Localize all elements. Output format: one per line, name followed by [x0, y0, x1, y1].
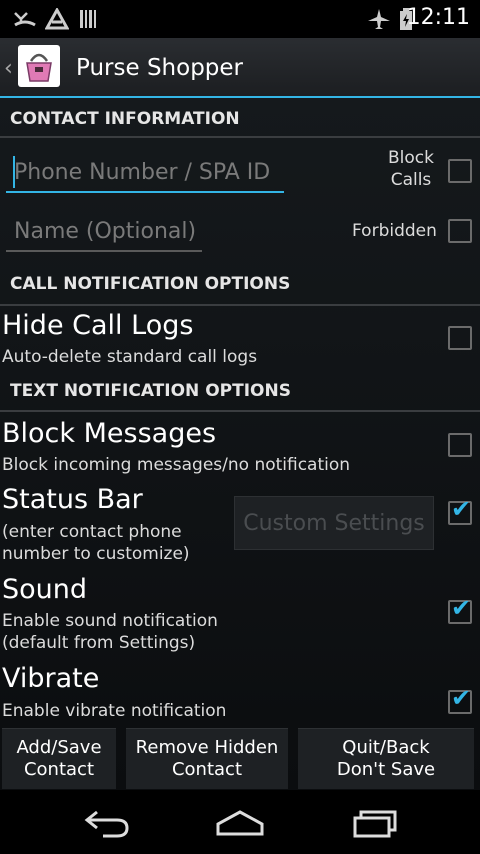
checkmark-icon: ✔: [451, 594, 472, 622]
name-field[interactable]: [6, 214, 210, 252]
section-header-label: CONTACT INFORMATION: [10, 109, 240, 129]
status-bar-checkbox[interactable]: ✔: [448, 495, 472, 525]
block-calls-checkbox[interactable]: [448, 159, 472, 183]
notification-icon: [44, 8, 70, 30]
home-icon[interactable]: [214, 806, 266, 840]
app-title: Purse Shopper: [76, 55, 243, 81]
phone-number-input[interactable]: [6, 155, 292, 189]
section-call-notification-options: CALL NOTIFICATION OPTIONS: [0, 266, 480, 306]
clock-time: 12:11: [406, 5, 470, 30]
block-messages-checkbox[interactable]: [448, 433, 472, 457]
forbidden-checkbox[interactable]: [448, 219, 472, 243]
add-save-contact-button[interactable]: Add/Save Contact: [2, 728, 116, 789]
section-contact-information: CONTACT INFORMATION: [0, 98, 480, 138]
vibrate-title[interactable]: Vibrate: [2, 663, 99, 694]
vibrate-checkbox[interactable]: ✔: [448, 684, 472, 714]
section-text-notification-options: TEXT NOTIFICATION OPTIONS: [0, 372, 480, 412]
status-bar-title[interactable]: Status Bar: [2, 484, 143, 515]
up-chevron-icon[interactable]: ‹: [4, 56, 13, 81]
sound-checkbox[interactable]: ✔: [448, 594, 472, 624]
block-messages-title[interactable]: Block Messages: [2, 418, 216, 449]
vibrate-subtitle: Enable vibrate notification: [2, 701, 227, 721]
recent-apps-icon[interactable]: [350, 806, 400, 840]
sound-subtitle: Enable sound notification (default from …: [2, 611, 218, 653]
text-cursor: [13, 156, 15, 188]
custom-settings-button[interactable]: Custom Settings: [234, 496, 434, 550]
hide-call-logs-checkbox[interactable]: [448, 326, 472, 350]
barcode-icon: [78, 8, 100, 30]
checkmark-icon: ✔: [451, 684, 472, 712]
remove-hidden-contact-button[interactable]: Remove Hidden Contact: [126, 728, 288, 789]
section-header-label: TEXT NOTIFICATION OPTIONS: [10, 381, 291, 401]
block-calls-label: Block Calls: [388, 148, 434, 190]
airplane-mode-icon: [366, 8, 392, 30]
phone-number-field[interactable]: [6, 155, 292, 193]
status-bar-subtitle: (enter contact phone number to customize…: [2, 522, 190, 564]
hide-call-logs-subtitle: Auto-delete standard call logs: [2, 347, 258, 367]
sound-title[interactable]: Sound: [2, 574, 87, 605]
quit-back-button[interactable]: Quit/Back Don't Save: [298, 728, 474, 789]
forbidden-label: Forbidden: [352, 221, 437, 241]
hide-call-logs-title[interactable]: Hide Call Logs: [2, 310, 193, 341]
checkmark-icon: ✔: [451, 495, 472, 523]
missed-call-icon: [12, 8, 38, 30]
name-input[interactable]: [6, 214, 210, 248]
section-header-label: CALL NOTIFICATION OPTIONS: [10, 274, 291, 294]
block-messages-subtitle: Block incoming messages/no notification: [2, 455, 351, 475]
back-icon[interactable]: [82, 806, 132, 840]
app-icon[interactable]: [18, 45, 60, 87]
